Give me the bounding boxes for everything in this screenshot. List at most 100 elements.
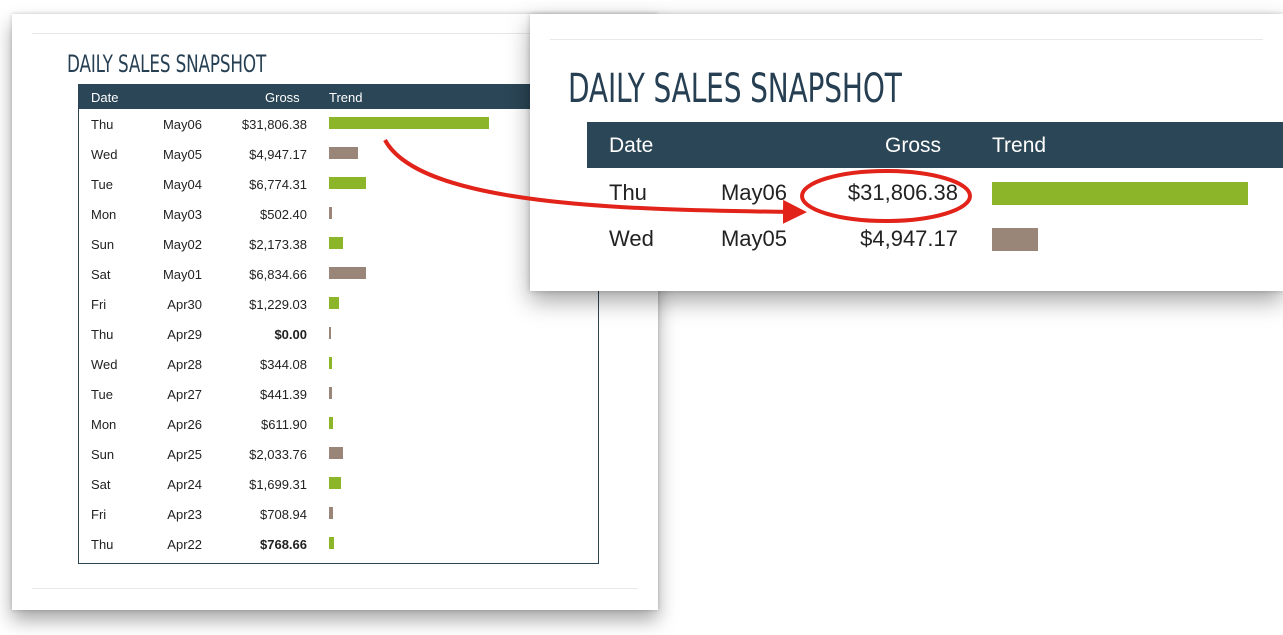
column-header-trend[interactable]: Trend <box>329 90 362 105</box>
zoom-row-gross: $31,806.38 <box>847 180 958 205</box>
row-gross: $4,947.17 <box>249 147 307 162</box>
row-gross: $768.66 <box>260 537 307 552</box>
zoom-column-header-gross[interactable]: Gross <box>885 134 941 158</box>
row-gross: $6,834.66 <box>249 267 307 282</box>
trend-bar <box>329 477 341 489</box>
row-day: Mon <box>91 207 117 222</box>
table-row: Sun Apr25 $2,033.76 <box>79 439 598 469</box>
row-day: Thu <box>91 537 114 552</box>
zoom-table-header: Date Gross Trend <box>587 122 1283 168</box>
table-row: Mon May03 $502.40 <box>79 199 598 229</box>
zoom-row-gross: $4,947.17 <box>860 226 958 251</box>
zoomed-snapshot-card: DAILY SALES SNAPSHOT Date Gross Trend Th… <box>530 14 1283 291</box>
row-day: Thu <box>91 117 114 132</box>
table-row: Fri Apr30 $1,229.03 <box>79 289 598 319</box>
table-row: Wed Apr28 $344.08 <box>79 349 598 379</box>
zoom-column-header-date[interactable]: Date <box>609 134 653 158</box>
trend-bar <box>329 507 333 519</box>
trend-bar <box>329 117 489 129</box>
trend-bar <box>329 387 332 399</box>
row-day: Sat <box>91 477 111 492</box>
table-row: Tue Apr27 $441.39 <box>79 379 598 409</box>
zoom-sales-table: Date Gross Trend Thu May06 $31,806.38 Wed Ma… <box>587 122 1283 274</box>
bottom-divider <box>32 588 638 589</box>
row-gross: $502.40 <box>260 207 307 222</box>
trend-bar <box>329 207 332 219</box>
zoom-row-day: Thu <box>609 180 647 205</box>
row-date: May06 <box>162 117 202 132</box>
zoom-column-header-trend[interactable]: Trend <box>992 134 1046 158</box>
table-header: Date Gross Trend <box>79 84 598 109</box>
row-day: Fri <box>91 297 107 312</box>
table-row: Sat Apr24 $1,699.31 <box>79 469 598 499</box>
table-row: Tue May04 $6,774.31 <box>79 169 598 199</box>
zoom-row-date: May05 <box>720 226 787 251</box>
row-date: Apr23 <box>167 507 202 522</box>
row-day: Fri <box>91 507 107 522</box>
table-row: Thu May06 $31,806.38 <box>79 109 598 139</box>
column-header-date[interactable]: Date <box>91 90 118 105</box>
row-date: May01 <box>162 267 202 282</box>
trend-bar <box>329 417 333 429</box>
table-row: Sat May01 $6,834.66 <box>79 259 598 289</box>
zoom-trend-bar <box>992 228 1038 251</box>
row-day: Wed <box>91 357 118 372</box>
trend-bar <box>329 327 331 339</box>
row-date: Apr26 <box>167 417 202 432</box>
row-day: Tue <box>91 177 113 192</box>
row-day: Sun <box>91 237 115 252</box>
table-row: Mon Apr26 $611.90 <box>79 409 598 439</box>
table-row: Thu Apr22 $768.66 <box>79 529 598 559</box>
row-gross: $441.39 <box>260 387 307 402</box>
row-date: Apr25 <box>167 447 202 462</box>
table-row: Thu Apr29 $0.00 <box>79 319 598 349</box>
row-day: Thu <box>91 327 114 342</box>
row-gross: $0.00 <box>274 327 307 342</box>
zoom-table-row: Wed May05 $4,947.17 <box>587 214 1283 259</box>
row-date: May04 <box>162 177 202 192</box>
trend-bar <box>329 267 366 279</box>
column-header-gross[interactable]: Gross <box>265 90 300 105</box>
sales-table: Date Gross Trend Thu May06 $31,806.38 Wed Ma… <box>78 84 599 564</box>
trend-bar <box>329 537 334 549</box>
row-date: Apr30 <box>167 297 202 312</box>
trend-bar <box>329 357 332 369</box>
row-gross: $6,774.31 <box>249 177 307 192</box>
trend-bar <box>329 237 343 249</box>
table-row: Sun May02 $2,173.38 <box>79 229 598 259</box>
row-date: May03 <box>162 207 202 222</box>
row-gross: $1,229.03 <box>249 297 307 312</box>
zoom-table-row: Thu May06 $31,806.38 <box>587 168 1283 213</box>
row-day: Tue <box>91 387 113 402</box>
trend-bar <box>329 447 343 459</box>
row-date: Apr27 <box>167 387 202 402</box>
row-date: May02 <box>162 237 202 252</box>
table-row: Fri Apr23 $708.94 <box>79 499 598 529</box>
row-date: Apr22 <box>167 537 202 552</box>
row-gross: $1,699.31 <box>249 477 307 492</box>
row-gross: $31,806.38 <box>241 117 307 132</box>
row-day: Mon <box>91 417 117 432</box>
row-gross: $611.90 <box>260 417 307 432</box>
row-gross: $2,173.38 <box>249 237 307 252</box>
row-gross: $344.08 <box>260 357 307 372</box>
zoom-row-day: Wed <box>609 226 654 251</box>
trend-bar <box>329 297 339 309</box>
row-date: Apr29 <box>167 327 202 342</box>
table-row: Wed May05 $4,947.17 <box>79 139 598 169</box>
row-date: May05 <box>162 147 202 162</box>
zoom-top-divider <box>550 39 1263 40</box>
zoom-page-title: DAILY SALES SNAPSHOT <box>568 66 902 112</box>
trend-bar <box>329 177 366 189</box>
row-date: Apr28 <box>167 357 202 372</box>
trend-bar <box>329 147 358 159</box>
row-date: Apr24 <box>167 477 202 492</box>
zoom-row-date: May06 <box>720 180 787 205</box>
page-title: DAILY SALES SNAPSHOT <box>67 50 267 78</box>
zoom-trend-bar <box>992 182 1248 205</box>
row-day: Sat <box>91 267 111 282</box>
row-gross: $2,033.76 <box>249 447 307 462</box>
row-day: Sun <box>91 447 115 462</box>
row-gross: $708.94 <box>260 507 307 522</box>
row-day: Wed <box>91 147 118 162</box>
